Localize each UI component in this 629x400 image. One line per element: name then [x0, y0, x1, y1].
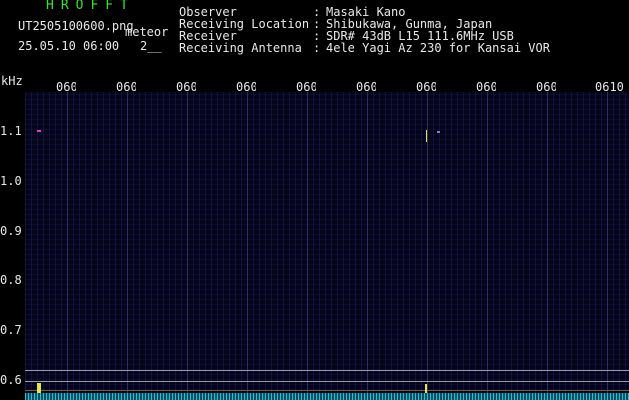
antenna-label: Receiving Antenna — [179, 41, 302, 55]
time-grid-line — [547, 92, 548, 400]
time-grid-line — [367, 92, 368, 400]
y-tick-label: 1.0 — [0, 174, 22, 188]
x-tick-label: 0601 — [56, 81, 76, 93]
x-tick-label: 0607 — [416, 81, 436, 93]
spectrogram-plot — [25, 92, 629, 400]
antenna-value: 4ele Yagi Az 230 for Kansai VOR — [326, 41, 550, 55]
x-tick-label: 0602 — [116, 81, 136, 93]
time-grid-line — [487, 92, 488, 400]
y-tick-label: 0.9 — [0, 224, 22, 238]
x-tick-label: 0610 — [595, 81, 623, 93]
separator-line — [25, 390, 629, 391]
time-grid-line — [427, 92, 428, 400]
mode-label: meteor — [125, 25, 169, 39]
time-grid-line — [67, 92, 68, 400]
time-grid-line — [247, 92, 248, 400]
counter-label: 2__ — [140, 39, 162, 53]
pink-blip — [37, 130, 41, 132]
signal-blip — [437, 131, 440, 133]
time-grid-line — [127, 92, 128, 400]
separator-line — [25, 381, 629, 382]
x-tick-label: 0606 — [356, 81, 376, 93]
y-tick-label: 1.1 — [0, 124, 22, 138]
y-axis-unit: kHz — [1, 74, 23, 88]
noise-floor-trace — [25, 393, 629, 400]
y-tick-label: 0.6 — [0, 373, 22, 387]
x-tick-label: 0608 — [476, 81, 496, 93]
filename-label: UT2505100600.png — [18, 19, 134, 33]
time-grid-line — [187, 92, 188, 400]
x-tick-label: 0609 — [536, 81, 556, 93]
meteor-echo — [426, 130, 427, 142]
y-tick-label: 0.8 — [0, 273, 22, 287]
x-tick-label: 0605 — [296, 81, 316, 93]
y-tick-label: 0.7 — [0, 323, 22, 337]
station-title: HROFFT — [46, 0, 135, 13]
x-tick-label: 0603 — [176, 81, 196, 93]
separator-line — [25, 370, 629, 371]
time-grid-line — [307, 92, 308, 400]
x-tick-label: 0604 — [236, 81, 256, 93]
timestamp-label: 25.05.10 06:00 — [18, 39, 120, 53]
antenna-separator: : — [313, 41, 321, 55]
time-grid-line — [607, 92, 608, 400]
